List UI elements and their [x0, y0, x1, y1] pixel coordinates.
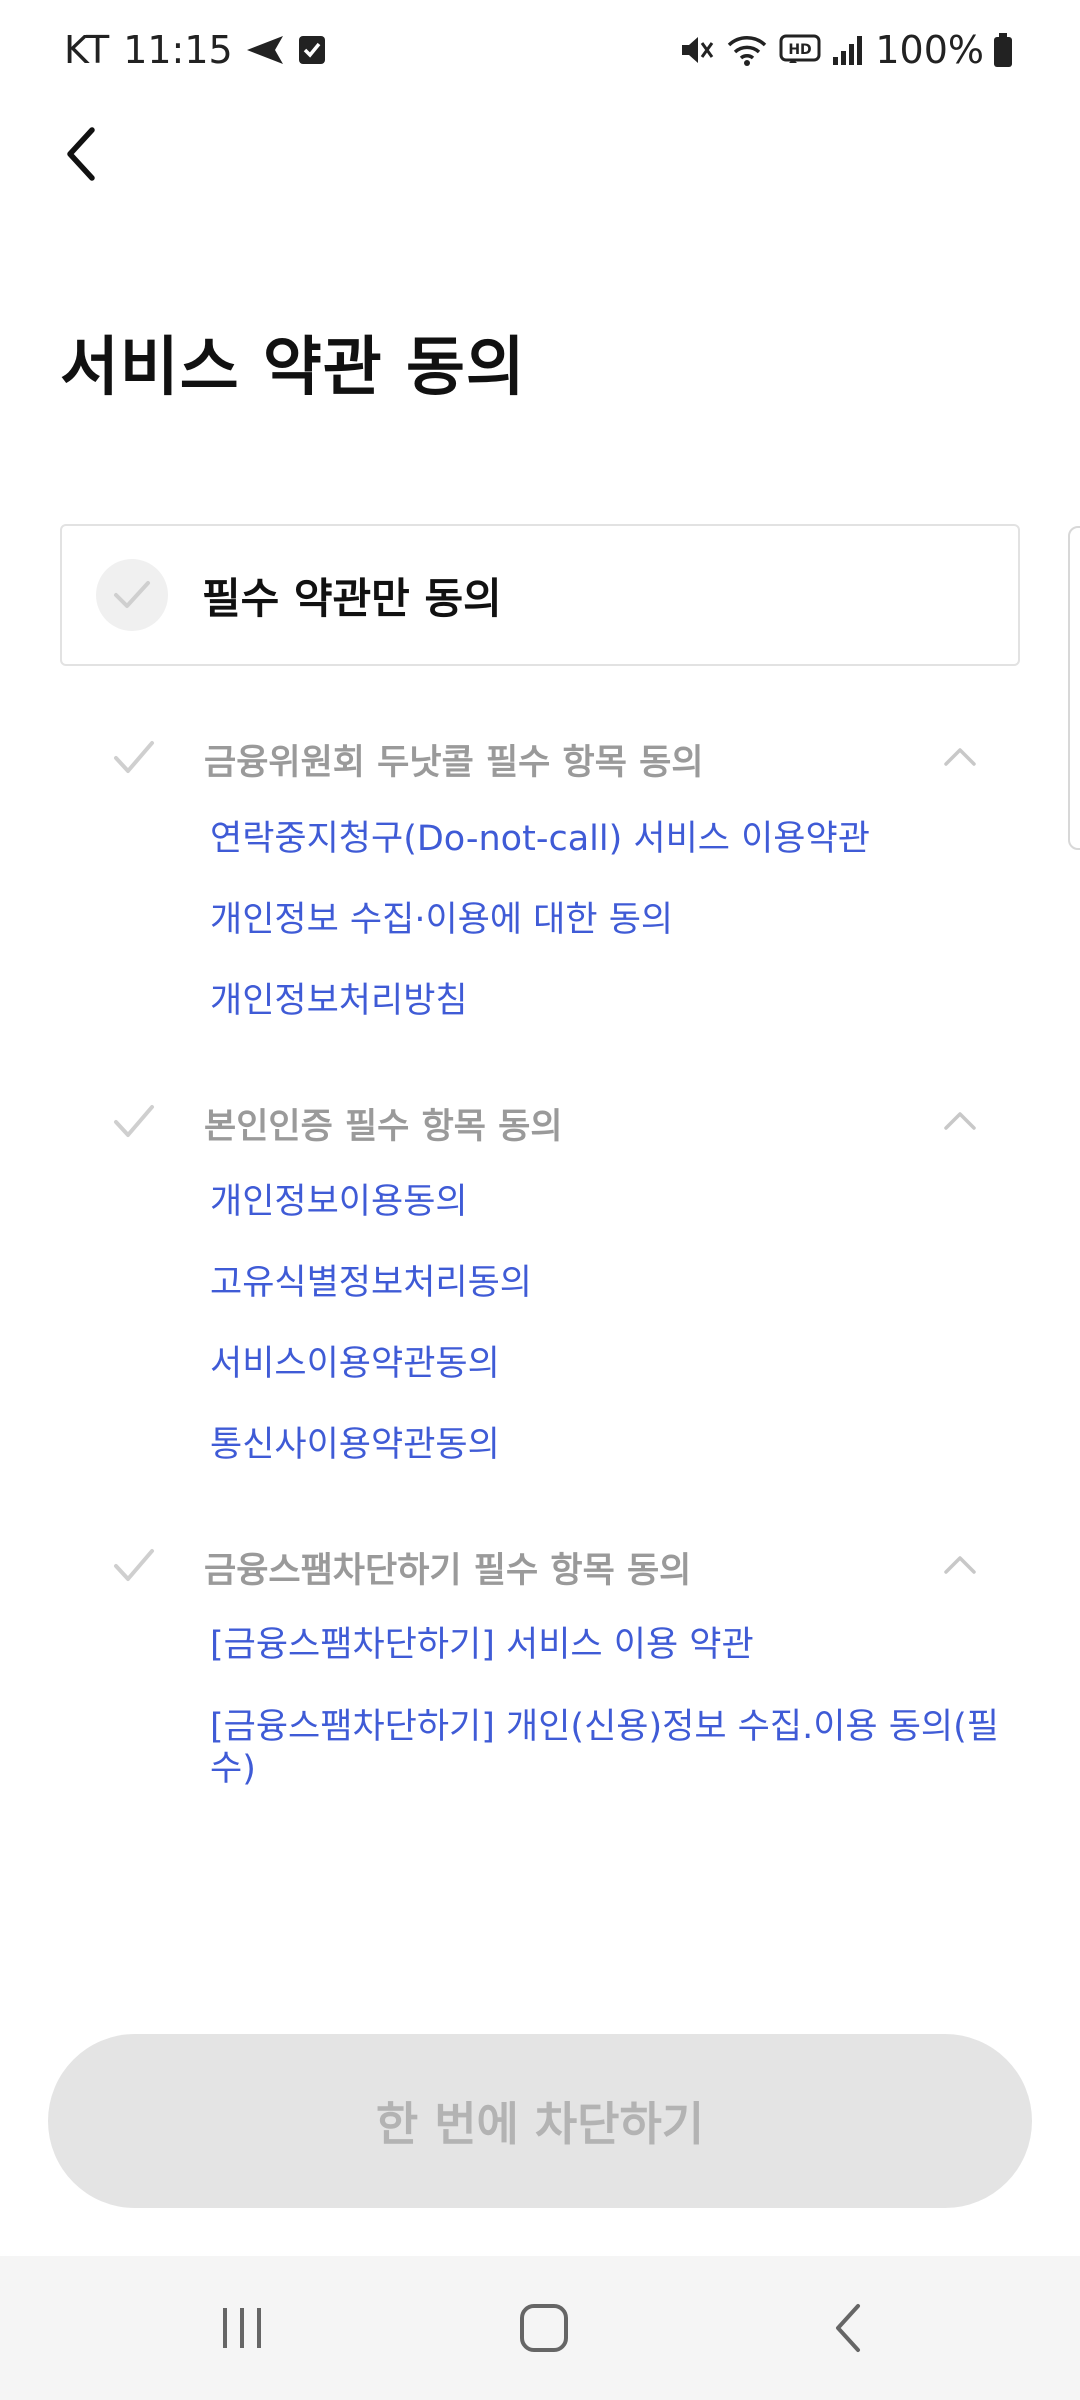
hd-voice-icon: HD [779, 34, 821, 63]
back-chevron-icon [836, 2304, 860, 2352]
term-link-unique-id[interactable]: 고유식별정보처리동의 [210, 1262, 532, 1304]
carrier-label: KT [64, 28, 110, 72]
term-link-privacy-policy[interactable]: 개인정보처리방침 [210, 980, 468, 1022]
term-link-personal-info-use[interactable]: 개인정보이용동의 [210, 1181, 468, 1223]
section-title: 본인인증 필수 항목 동의 [204, 1107, 563, 1147]
term-link-carrier-terms[interactable]: 통신사이용약관동의 [210, 1424, 500, 1466]
term-link-dnc-service[interactable]: 연락중지청구(Do-not-call) 서비스 이용약관 [210, 818, 870, 860]
check-icon [114, 1105, 154, 1137]
next-card-edge [1068, 526, 1080, 850]
term-link-privacy-collection[interactable]: 개인정보 수집·이용에 대한 동의 [210, 899, 673, 941]
section-header-dnc[interactable]: 금융위원회 두낫콜 필수 항목 동의 [0, 724, 1080, 796]
system-navigation-bar [0, 2256, 1080, 2400]
battery-percentage: 100% [875, 28, 984, 72]
checkbox-notification-icon [298, 36, 325, 64]
section-header-identity[interactable]: 본인인증 필수 항목 동의 [0, 1088, 1080, 1160]
section-spam-block: 금융스팸차단하기 필수 항목 동의 [0, 1532, 1080, 1604]
send-icon [246, 36, 283, 64]
section-title: 금융스팸차단하기 필수 항목 동의 [204, 1551, 692, 1591]
check-icon [114, 1549, 154, 1581]
clock: 11:15 [123, 28, 233, 72]
signal-icon [833, 36, 863, 65]
agree-required-label: 필수 약관만 동의 [202, 573, 502, 623]
section-header-spam-block[interactable]: 금융스팸차단하기 필수 항목 동의 [0, 1532, 1080, 1604]
block-all-button[interactable]: 한 번에 차단하기 [48, 2034, 1032, 2208]
recent-apps-icon [223, 2308, 261, 2348]
check-icon [114, 581, 150, 608]
term-link-service-terms[interactable]: 서비스이용약관동의 [210, 1343, 500, 1385]
chevron-up-icon[interactable] [940, 742, 980, 770]
status-left: KT 11:15 [64, 24, 327, 76]
back-button[interactable] [52, 118, 108, 190]
agree-required-checkbox[interactable]: 필수 약관만 동의 [60, 524, 1020, 666]
battery-icon [994, 33, 1012, 67]
svg-text:HD: HD [789, 42, 812, 58]
page-title: 서비스 약관 동의 [60, 331, 526, 405]
chevron-up-icon[interactable] [940, 1106, 980, 1134]
section-title: 금융위원회 두낫콜 필수 항목 동의 [204, 743, 704, 783]
mute-icon [682, 37, 714, 63]
status-right: HD 100% [679, 24, 1024, 76]
agree-check-circle [96, 559, 168, 631]
check-icon [114, 741, 154, 773]
term-link-spam-credit-info[interactable]: [금융스팸차단하기] 개인(신용)정보 수집.이용 동의(필 [210, 1706, 999, 1748]
wifi-icon [728, 36, 767, 66]
system-back-button[interactable] [768, 2256, 928, 2400]
term-link-spam-credit-info-cont[interactable]: 수) [210, 1748, 256, 1790]
home-icon [520, 2304, 568, 2352]
home-button[interactable] [464, 2256, 624, 2400]
section-identity: 본인인증 필수 항목 동의 [0, 1088, 1080, 1160]
recent-apps-button[interactable] [162, 2256, 322, 2400]
section-dnc: 금융위원회 두낫콜 필수 항목 동의 [0, 724, 1080, 796]
status-bar: KT 11:15 HD 100% [0, 0, 1080, 100]
back-arrow-icon [67, 127, 95, 181]
chevron-up-icon[interactable] [940, 1550, 980, 1578]
term-link-spam-service[interactable]: [금융스팸차단하기] 서비스 이용 약관 [210, 1624, 754, 1666]
